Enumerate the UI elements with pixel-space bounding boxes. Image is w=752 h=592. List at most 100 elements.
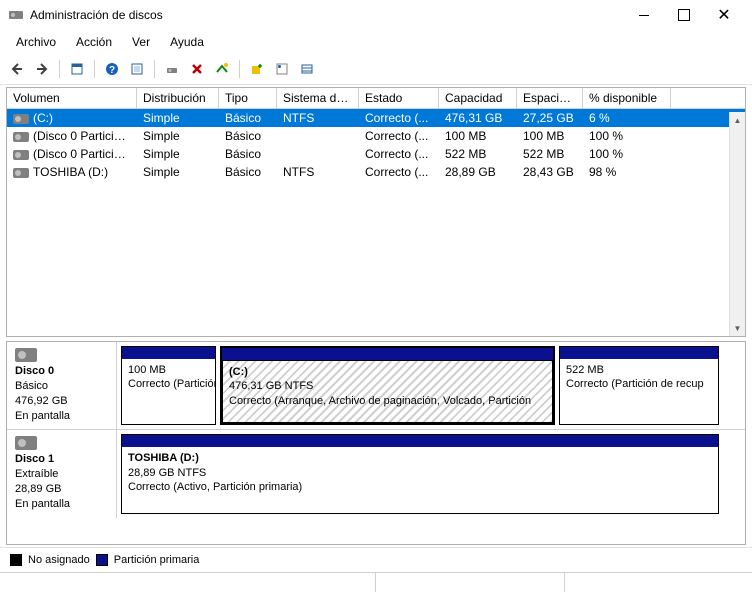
close-button[interactable]: ✕ (704, 1, 744, 29)
col-type[interactable]: Tipo (219, 88, 277, 108)
volume-cell: Correcto (... (359, 164, 439, 180)
disk-icon (15, 436, 37, 450)
back-button[interactable] (6, 58, 28, 80)
volume-cell: TOSHIBA (D:) (7, 164, 137, 180)
toolbar-separator (59, 60, 60, 78)
eject-button[interactable] (211, 58, 233, 80)
volume-cell: Simple (137, 110, 219, 126)
drive-icon (13, 150, 29, 160)
menu-action[interactable]: Acción (66, 32, 122, 52)
col-capacity[interactable]: Capacidad (439, 88, 517, 108)
list-view-button[interactable] (296, 58, 318, 80)
minimize-button[interactable] (624, 1, 664, 29)
legend: No asignado Partición primaria (0, 547, 752, 572)
settings-button[interactable] (126, 58, 148, 80)
volume-cell: 98 % (583, 164, 671, 180)
volume-row[interactable]: (Disco 0 Partición 4)SimpleBásico Correct… (7, 145, 745, 163)
volume-cell: Correcto (... (359, 128, 439, 144)
volume-cell: Básico (219, 164, 277, 180)
toolbar-separator (154, 60, 155, 78)
volume-cell: (Disco 0 Partición 1) (7, 128, 137, 144)
disk-info[interactable]: Disco 0Básico476,92 GBEn pantalla (7, 342, 117, 429)
statusbar-segment (0, 573, 375, 592)
volume-cell: 27,25 GB (517, 110, 583, 126)
partition-color-bar (222, 348, 553, 360)
volume-cell: 28,89 GB (439, 164, 517, 180)
volume-row[interactable]: (C:)SimpleBásicoNTFSCorrecto (...476,31 … (7, 109, 745, 127)
statusbar-segment (375, 573, 564, 592)
volume-row[interactable]: (Disco 0 Partición 1)SimpleBásicoCorrect… (7, 127, 745, 145)
scroll-up-icon[interactable]: ▲ (730, 112, 745, 128)
col-pct[interactable]: % disponible (583, 88, 671, 108)
scrollbar-vertical[interactable]: ▲ ▼ (729, 112, 745, 336)
statusbar-segment (564, 573, 752, 592)
partition-color-bar (122, 347, 215, 359)
volume-cell: Simple (137, 146, 219, 162)
disk-partitions: 100 MBCorrecto (Partición(C:)476,31 GB N… (117, 342, 745, 429)
window-controls: ✕ (624, 1, 744, 29)
legend-unallocated-swatch (10, 554, 22, 566)
disk-graphical-pane: Disco 0Básico476,92 GBEn pantalla100 MBC… (6, 341, 746, 545)
menu-help[interactable]: Ayuda (160, 32, 214, 52)
volume-cell: (C:) (7, 110, 137, 126)
volume-cell: Básico (219, 110, 277, 126)
titlebar: Administración de discos ✕ (0, 0, 752, 30)
drive-icon (13, 114, 29, 124)
volume-cell: 522 MB (517, 146, 583, 162)
volume-cell: Correcto (... (359, 110, 439, 126)
volume-cell: 100 MB (517, 128, 583, 144)
volume-cell: NTFS (277, 110, 359, 126)
legend-primary-swatch (96, 554, 108, 566)
col-status[interactable]: Estado (359, 88, 439, 108)
delete-button[interactable] (186, 58, 208, 80)
toolbar-separator (239, 60, 240, 78)
toolbar: ? (0, 56, 752, 85)
col-layout[interactable]: Distribución (137, 88, 219, 108)
scroll-down-icon[interactable]: ▼ (730, 320, 745, 336)
disk-icon (15, 348, 37, 362)
disk-info[interactable]: Disco 1Extraíble28,89 GBEn pantalla (7, 430, 117, 517)
legend-unallocated-label: No asignado (28, 554, 90, 566)
partition[interactable]: 522 MBCorrecto (Partición de recup (559, 346, 719, 425)
new-partition-button[interactable] (246, 58, 268, 80)
disk-partitions: TOSHIBA (D:)28,89 GB NTFSCorrecto (Activ… (117, 430, 745, 517)
volume-cell: 476,31 GB (439, 110, 517, 126)
drive-icon (13, 168, 29, 178)
partition-color-bar (560, 347, 718, 359)
refresh-button[interactable] (161, 58, 183, 80)
partition-body: TOSHIBA (D:)28,89 GB NTFSCorrecto (Activ… (122, 447, 718, 512)
volume-list-header: Volumen Distribución Tipo Sistema de ...… (7, 88, 745, 109)
volume-cell: (Disco 0 Partición 4) (7, 146, 137, 162)
app-icon (8, 7, 24, 23)
maximize-button[interactable] (664, 1, 704, 29)
volume-row[interactable]: TOSHIBA (D:)SimpleBásicoNTFSCorrecto (..… (7, 163, 745, 181)
disk-row: Disco 0Básico476,92 GBEn pantalla100 MBC… (7, 342, 745, 430)
volume-cell: 6 % (583, 110, 671, 126)
col-filesystem[interactable]: Sistema de ... (277, 88, 359, 108)
forward-button[interactable] (31, 58, 53, 80)
volume-cell: NTFS (277, 164, 359, 180)
volume-cell: 100 MB (439, 128, 517, 144)
partition[interactable]: 100 MBCorrecto (Partición (121, 346, 216, 425)
up-button[interactable] (66, 58, 88, 80)
volume-cell: Básico (219, 146, 277, 162)
volume-cell: 100 % (583, 128, 671, 144)
partition[interactable]: TOSHIBA (D:)28,89 GB NTFSCorrecto (Activ… (121, 434, 719, 513)
properties-button[interactable] (271, 58, 293, 80)
col-free[interactable]: Espacio ... (517, 88, 583, 108)
help-button[interactable]: ? (101, 58, 123, 80)
svg-text:?: ? (109, 65, 115, 76)
partition-body: (C:)476,31 GB NTFSCorrecto (Arranque, Ar… (222, 360, 553, 423)
legend-primary-label: Partición primaria (114, 554, 200, 566)
menu-view[interactable]: Ver (122, 32, 160, 52)
volume-cell: Simple (137, 128, 219, 144)
menu-file[interactable]: Archivo (6, 32, 66, 52)
menubar: Archivo Acción Ver Ayuda (0, 30, 752, 56)
partition[interactable]: (C:)476,31 GB NTFSCorrecto (Arranque, Ar… (220, 346, 555, 425)
partition-color-bar (122, 435, 718, 447)
volume-rows: (C:)SimpleBásicoNTFSCorrecto (...476,31 … (7, 109, 745, 336)
col-volume[interactable]: Volumen (7, 88, 137, 108)
volume-cell (277, 153, 359, 155)
volume-cell: Correcto (... (359, 146, 439, 162)
toolbar-separator (94, 60, 95, 78)
